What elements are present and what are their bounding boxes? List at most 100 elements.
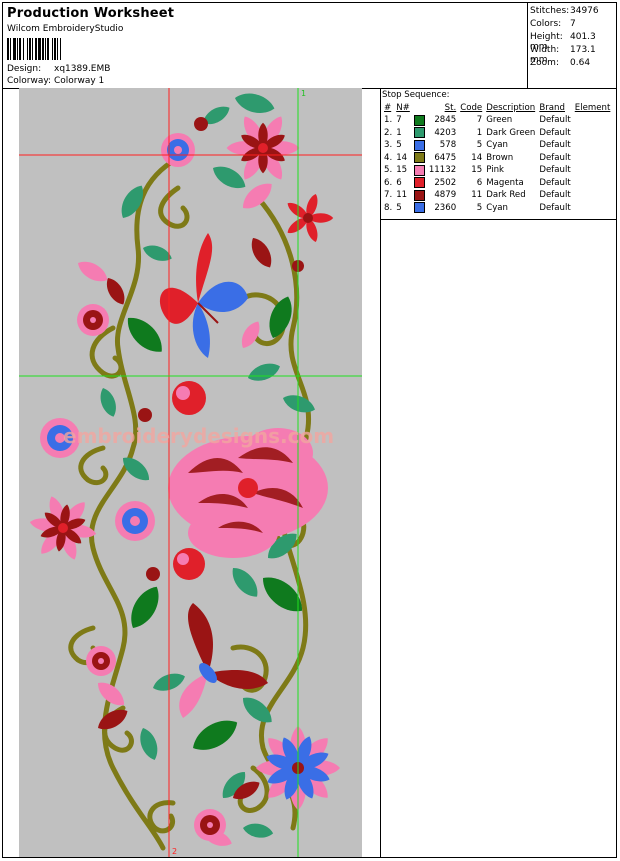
row-description: Cyan	[486, 202, 509, 213]
design-field: Design: xq1389.EMB	[7, 64, 110, 74]
stop-sequence-title: Stop Sequence:	[382, 90, 450, 100]
row-index: 6.	[384, 177, 393, 188]
col-header-element: Element	[574, 103, 611, 113]
row-needle: 5	[396, 140, 402, 151]
col-header-brand: Brand	[539, 103, 565, 113]
marker-top: 1	[301, 89, 306, 98]
row-index: 1.	[384, 115, 393, 126]
table-row: 6. 6 2502 6 Magenta Default	[382, 177, 612, 190]
table-row: 8. 5 2360 5 Cyan Default	[382, 202, 612, 215]
row-swatch	[412, 139, 427, 152]
stat-value: 34976	[570, 6, 599, 16]
design-label: Design:	[7, 64, 42, 74]
row-stitches: 2360	[434, 202, 457, 213]
row-brand: Default	[539, 127, 571, 138]
row-code: 14	[471, 152, 483, 163]
table-header-row: # N# St. Code Description Brand Element	[382, 102, 612, 114]
row-needle: 11	[396, 190, 408, 201]
row-code: 1	[476, 127, 483, 138]
row-element	[573, 164, 613, 177]
col-header-description: Description	[486, 103, 536, 113]
color-swatch	[413, 177, 425, 189]
color-swatch	[413, 127, 425, 139]
row-description: Dark Green	[486, 127, 536, 138]
row-swatch	[412, 189, 427, 202]
row-description: Cyan	[486, 140, 509, 151]
table-row: 4. 14 6475 14 Brown Default	[382, 152, 612, 165]
stat-value: 7	[570, 19, 576, 29]
row-needle: 6	[396, 177, 402, 188]
embroidery-artwork: 2 1 embroiderydesigns.com	[19, 88, 362, 857]
row-swatch	[412, 164, 427, 177]
row-brand: Default	[539, 202, 571, 213]
stat-label: Colors:	[530, 19, 562, 29]
color-swatch	[413, 202, 425, 214]
row-index: 3.	[384, 140, 393, 151]
stat-colors: Colors: 7	[530, 19, 576, 29]
table-row: 3. 5 578 5 Cyan Default	[382, 139, 612, 152]
design-preview: 2 1 embroiderydesigns.com	[3, 88, 381, 857]
row-swatch	[412, 202, 427, 215]
table-row: 2. 1 4203 1 Dark Green Default	[382, 127, 612, 140]
stat-label: Zoom:	[530, 58, 559, 68]
row-swatch	[412, 127, 427, 140]
design-value: xq1389.EMB	[54, 64, 111, 74]
row-needle: 7	[396, 115, 402, 126]
row-index: 4.	[384, 152, 393, 163]
row-brand: Default	[539, 115, 571, 126]
color-swatch	[413, 189, 425, 201]
color-swatch	[413, 152, 425, 164]
barcode-bar	[61, 38, 64, 60]
row-description: Pink	[486, 165, 505, 176]
barcode-graphic	[7, 38, 107, 60]
stop-sequence-panel: Stop Sequence: # N# St. Code Description…	[380, 88, 616, 220]
row-stitches: 6475	[434, 152, 457, 163]
stat-label: Stitches:	[530, 6, 570, 16]
star-flower-top	[226, 113, 300, 183]
row-stitches: 4879	[434, 190, 457, 201]
col-header-stitches: St.	[444, 103, 457, 113]
marker-bottom: 2	[172, 847, 177, 856]
row-element	[573, 114, 613, 127]
color-swatch	[413, 114, 425, 126]
header-info-panel: Production Worksheet Wilcom EmbroiderySt…	[3, 3, 528, 88]
color-swatch	[413, 139, 425, 151]
row-description: Magenta	[486, 177, 524, 188]
stat-label: Height:	[530, 32, 563, 42]
row-element	[573, 139, 613, 152]
design-stats-panel: Stitches:34976 Colors: 7 Height: 401.3 mm …	[527, 3, 616, 88]
watermark-text: embroiderydesigns.com	[63, 424, 334, 448]
row-code: 5	[476, 140, 483, 151]
colorway-label: Colorway:	[7, 76, 52, 86]
page-title: Production Worksheet	[7, 6, 175, 21]
row-element	[573, 127, 613, 140]
row-code: 11	[471, 190, 483, 201]
row-brand: Default	[539, 152, 571, 163]
row-index: 8.	[384, 202, 393, 213]
row-brand: Default	[539, 165, 571, 176]
row-swatch	[412, 152, 427, 165]
colorway-field: Colorway: Colorway 1	[7, 76, 104, 86]
row-needle: 5	[396, 202, 402, 213]
row-needle: 14	[396, 152, 408, 163]
col-header-index: #	[384, 103, 392, 113]
row-description: Dark Red	[486, 190, 526, 201]
star-flower-red	[284, 192, 334, 244]
row-element	[573, 152, 613, 165]
col-header-swatch	[412, 102, 427, 114]
worksheet-header: Production Worksheet Wilcom EmbroiderySt…	[3, 3, 616, 89]
col-header-needle: N#	[396, 103, 410, 113]
row-swatch	[412, 177, 427, 190]
butterfly-top	[159, 233, 248, 358]
row-code: 15	[471, 165, 483, 176]
color-swatch	[413, 164, 425, 176]
row-stitches: 2502	[434, 177, 457, 188]
row-code: 5	[476, 202, 483, 213]
row-stitches: 578	[439, 140, 457, 151]
row-element	[573, 202, 613, 215]
colorway-value: Colorway 1	[54, 76, 105, 86]
row-description: Green	[486, 115, 513, 126]
production-worksheet: Production Worksheet Wilcom EmbroiderySt…	[2, 2, 617, 858]
table-row: 7. 11 4879 11 Dark Red Default	[382, 189, 612, 202]
row-needle: 1	[396, 127, 402, 138]
